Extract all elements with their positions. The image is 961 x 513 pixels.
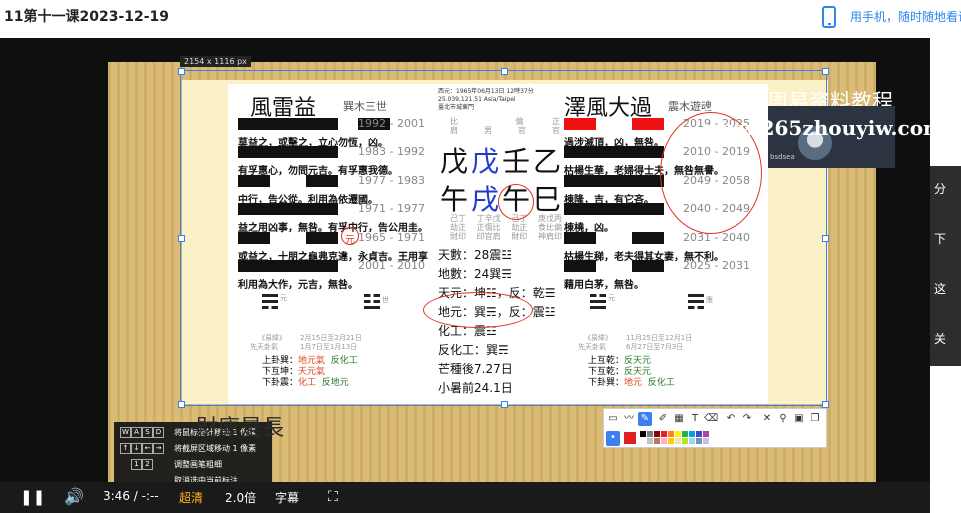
color-swatch[interactable] bbox=[696, 431, 702, 437]
marker-tool-icon[interactable]: ✐ bbox=[656, 412, 670, 426]
side-panel: 分 下 这 关 bbox=[930, 38, 961, 513]
mobile-promo-link[interactable]: 用手机，随时随地看课 bbox=[850, 8, 961, 25]
side-overlay: 分 下 这 关 bbox=[930, 166, 961, 366]
color-swatch[interactable] bbox=[682, 431, 688, 437]
resize-handle[interactable] bbox=[822, 401, 829, 408]
color-swatch[interactable] bbox=[668, 431, 674, 437]
key-w: W bbox=[120, 427, 131, 438]
resize-handle[interactable] bbox=[822, 68, 829, 75]
resize-handle[interactable] bbox=[178, 68, 185, 75]
eraser-icon[interactable]: ⌫ bbox=[704, 412, 718, 426]
phone-icon[interactable] bbox=[822, 6, 836, 28]
key-s: S bbox=[142, 427, 153, 438]
resize-handle[interactable] bbox=[178, 401, 185, 408]
player-controls: ❚❚ 🔊 3:46 / -:-- 超清 2.0倍 字幕 ⛶ bbox=[0, 482, 930, 513]
key-2: 2 bbox=[142, 459, 153, 470]
color-swatch[interactable] bbox=[647, 431, 653, 437]
video-player[interactable]: 風雷益 巽木三世 1992 - 2001 莫益之，或擊之，立心勿恆，凶。 198… bbox=[0, 38, 930, 513]
subtitle-button[interactable]: 字幕 bbox=[275, 489, 299, 506]
color-swatch[interactable] bbox=[703, 438, 709, 444]
hint-text: 将截屏区域移动 1 像素 bbox=[174, 444, 257, 453]
copy-icon[interactable]: ❐ bbox=[808, 412, 822, 426]
mosaic-tool-icon[interactable]: ▦ bbox=[672, 412, 686, 426]
pause-icon[interactable]: ❚❚ bbox=[20, 488, 45, 506]
key-d: D bbox=[153, 427, 164, 438]
key-a: A bbox=[131, 427, 142, 438]
quality-button[interactable]: 超清 bbox=[179, 489, 203, 506]
fullscreen-icon[interactable]: ⛶ bbox=[328, 489, 338, 505]
watermark-url: www.265zhouyiw.com bbox=[704, 116, 930, 140]
resize-handle[interactable] bbox=[822, 235, 829, 242]
color-swatch[interactable] bbox=[696, 438, 702, 444]
side-char[interactable]: 这 bbox=[934, 280, 946, 297]
color-swatch[interactable] bbox=[703, 431, 709, 437]
resize-handle[interactable] bbox=[178, 235, 185, 242]
resize-handle[interactable] bbox=[501, 401, 508, 408]
annotation-toolbar: ▭ 〰 ✎ ✐ ▦ T ⌫ ↶ ↷ ✕ ⚲ ▣ ❐ • bbox=[603, 408, 827, 448]
webcam-label: bsdsea bbox=[770, 153, 795, 161]
color-swatch[interactable] bbox=[668, 438, 674, 444]
color-swatch[interactable] bbox=[675, 431, 681, 437]
key-right: → bbox=[153, 443, 164, 454]
top-bar: 11第十一课2023-12-19 用手机，随时随地看课 bbox=[0, 0, 961, 39]
color-swatch[interactable] bbox=[682, 438, 688, 444]
volume-icon[interactable]: 🔊 bbox=[64, 487, 84, 506]
color-swatch[interactable] bbox=[640, 431, 646, 437]
current-color[interactable] bbox=[624, 432, 636, 444]
color-swatch[interactable] bbox=[640, 438, 646, 444]
color-swatch[interactable] bbox=[689, 431, 695, 437]
course-title: 11第十一课2023-12-19 bbox=[4, 9, 170, 25]
key-up: ↑ bbox=[120, 443, 131, 454]
side-char[interactable]: 关 bbox=[934, 330, 946, 347]
speed-button[interactable]: 2.0倍 bbox=[225, 489, 256, 506]
curve-tool-icon[interactable]: 〰 bbox=[622, 412, 636, 426]
pen-tool-icon[interactable]: ✎ bbox=[638, 412, 652, 426]
redo-icon[interactable]: ↷ bbox=[740, 412, 754, 426]
brush-size-icon[interactable]: • bbox=[606, 431, 620, 446]
undo-icon[interactable]: ↶ bbox=[724, 412, 738, 426]
save-icon[interactable]: ▣ bbox=[792, 412, 806, 426]
side-char[interactable]: 下 bbox=[934, 230, 946, 247]
time-display: 3:46 / -:-- bbox=[103, 489, 159, 503]
pin-icon[interactable]: ⚲ bbox=[776, 412, 790, 426]
hint-text: 调整画笔粗细 bbox=[174, 460, 222, 469]
rect-tool-icon[interactable]: ▭ bbox=[606, 412, 620, 426]
color-swatch[interactable] bbox=[654, 431, 660, 437]
color-swatch[interactable] bbox=[661, 431, 667, 437]
color-swatch[interactable] bbox=[689, 438, 695, 444]
resize-handle[interactable] bbox=[501, 68, 508, 75]
selection-dimensions: 2154 x 1116 px bbox=[180, 56, 251, 67]
close-icon[interactable]: ✕ bbox=[760, 412, 774, 426]
color-swatch[interactable] bbox=[654, 438, 660, 444]
key-1: 1 bbox=[131, 459, 142, 470]
key-left: ← bbox=[142, 443, 153, 454]
side-char[interactable]: 分 bbox=[934, 180, 946, 197]
key-down: ↓ bbox=[131, 443, 142, 454]
text-tool-icon[interactable]: T bbox=[688, 412, 702, 426]
color-palette[interactable] bbox=[640, 431, 710, 445]
background-caption: 財庫是長 bbox=[196, 416, 285, 441]
color-swatch[interactable] bbox=[661, 438, 667, 444]
color-swatch[interactable] bbox=[675, 438, 681, 444]
color-swatch[interactable] bbox=[647, 438, 653, 444]
